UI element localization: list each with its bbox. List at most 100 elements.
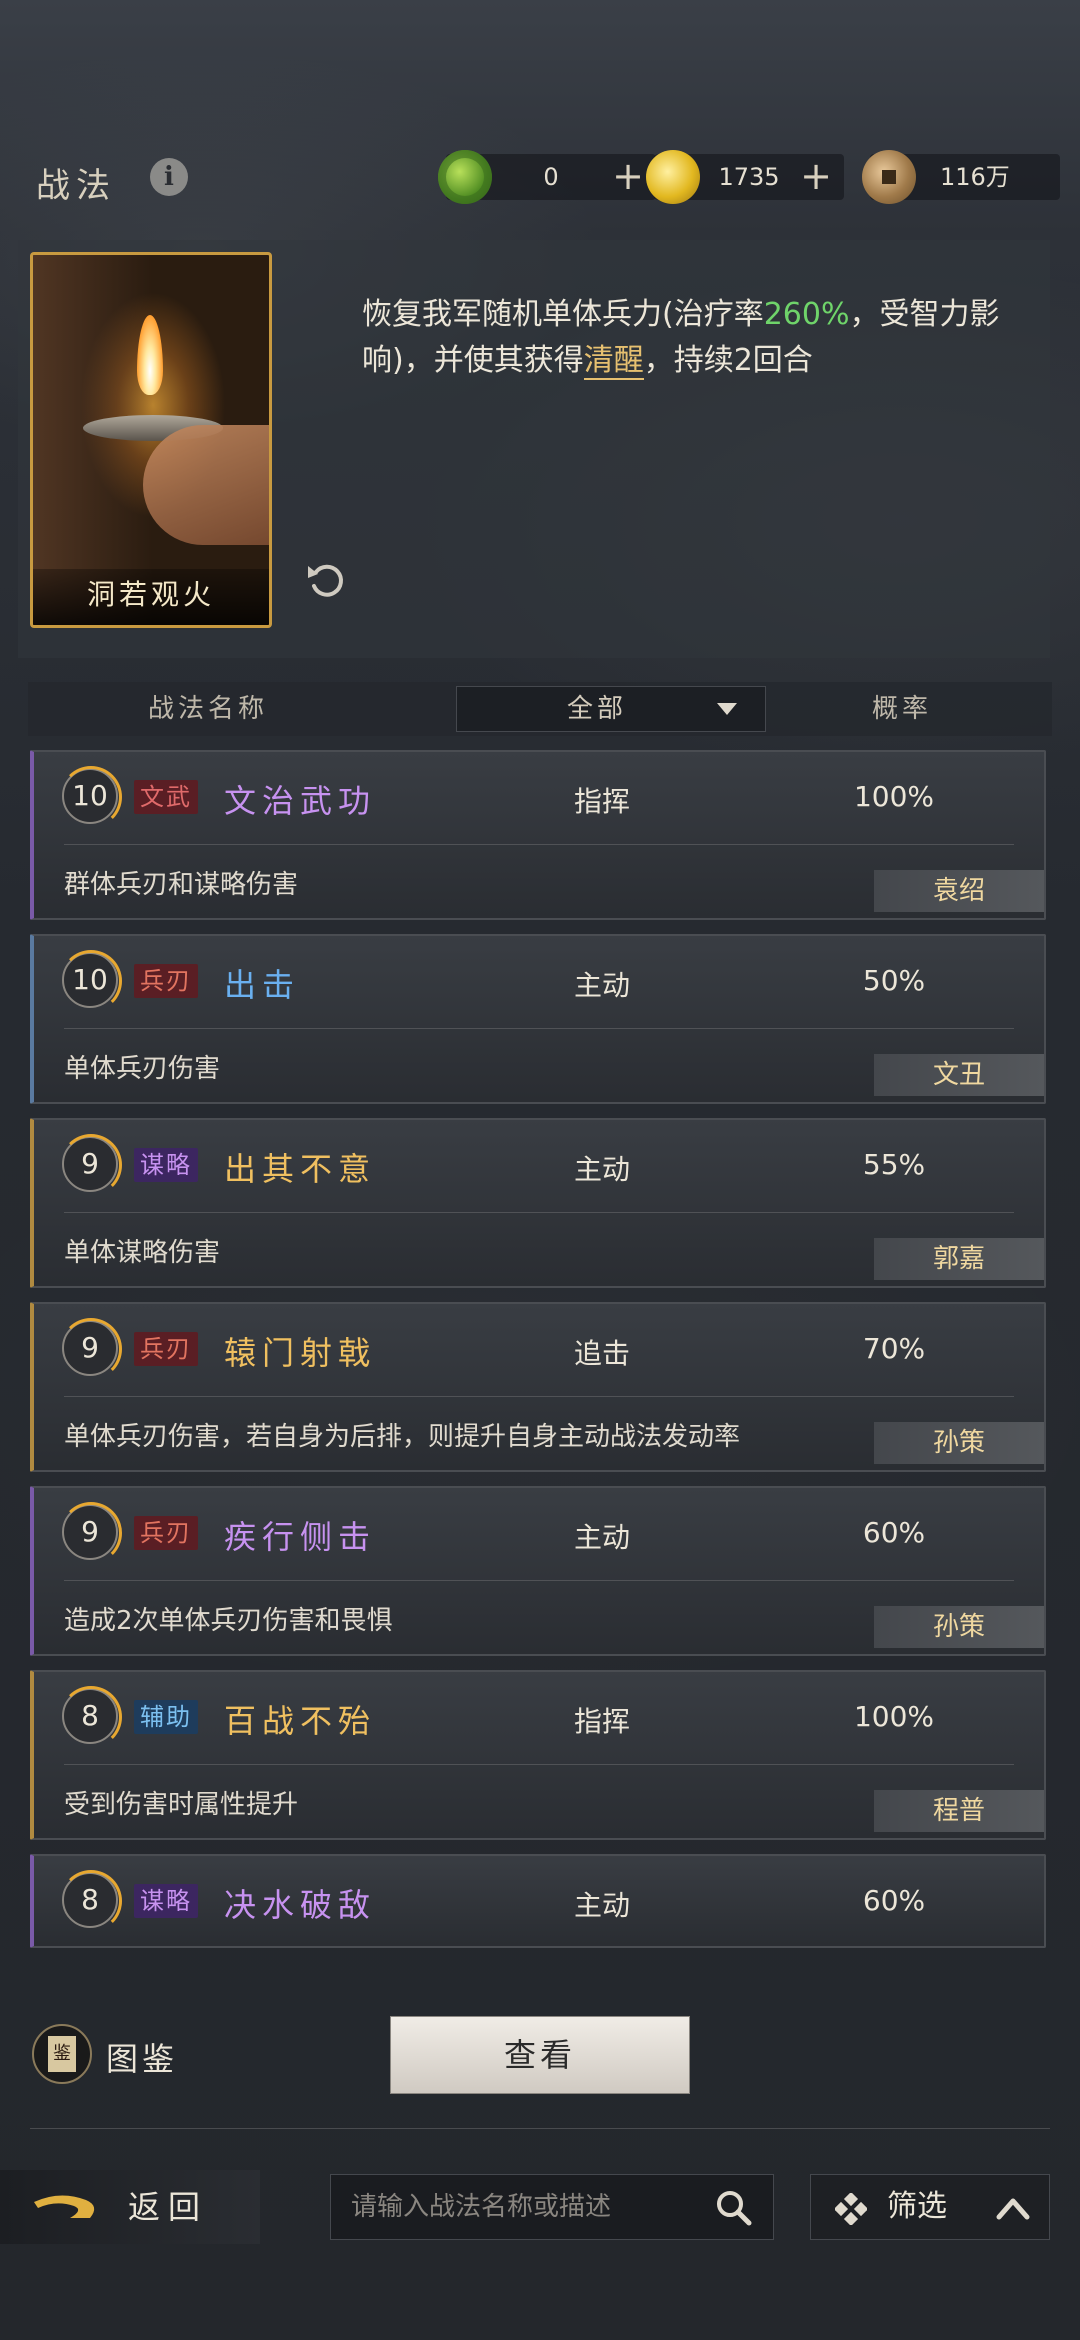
list-item[interactable]: 9 兵刃 辕门射戟 追击 70% 单体兵刃伤害，若自身为后排，则提升自身主动战法… (30, 1302, 1046, 1472)
codex-icon[interactable]: 鉴 (32, 2024, 92, 2084)
skill-rate: 100% (853, 780, 935, 813)
skill-category-tag: 谋略 (134, 1148, 198, 1182)
search-placeholder: 请输入战法名称或描述 (351, 2192, 612, 2222)
row-divider (64, 1580, 1014, 1581)
list-item[interactable]: 8 谋略 决水破敌 主动 60% (30, 1854, 1046, 1948)
codex-label[interactable]: 图鉴 (106, 2034, 178, 2080)
skill-type: 指挥 (574, 785, 631, 818)
copper-coin-icon (862, 150, 916, 204)
bottom-bar: 返回 请输入战法名称或描述 筛选 (0, 2160, 1080, 2260)
skill-detail-panel: 洞若观火 恢复我军随机单体兵力(治疗率260%，受智力影响)，并使其获得清醒，持… (18, 240, 1050, 658)
chevron-down-icon (717, 703, 737, 715)
source-hero: 郭嘉 (874, 1238, 1044, 1280)
source-hero: 文丑 (874, 1054, 1044, 1096)
heal-rate: 260% (763, 297, 850, 332)
skill-type: 主动 (574, 1889, 631, 1922)
skill-level: 9 (60, 1318, 122, 1380)
back-label: 返回 (128, 2188, 209, 2226)
column-rate: 概率 (872, 694, 933, 724)
row-divider (64, 1764, 1014, 1765)
skill-category-tag: 文武 (134, 780, 198, 814)
skill-list[interactable]: 10 文武 文治武功 指挥 100% 群体兵刃和谋略伤害 袁绍 10 兵刃 出击… (30, 750, 1052, 1950)
skill-summary: 受到伤害时属性提升 (64, 1790, 299, 1820)
skill-type: 主动 (574, 969, 631, 1002)
list-item[interactable]: 10 兵刃 出击 主动 50% 单体兵刃伤害 文丑 (30, 934, 1046, 1104)
codex-icon-glyph: 鉴 (48, 2036, 76, 2072)
search-input[interactable]: 请输入战法名称或描述 (330, 2174, 774, 2240)
search-icon[interactable] (715, 2189, 753, 2227)
skill-name: 决水破敌 (224, 1886, 377, 1924)
list-item[interactable]: 9 兵刃 疾行侧击 主动 60% 造成2次单体兵刃伤害和畏惧 孙策 (30, 1486, 1046, 1656)
filter-label: 筛选 (887, 2189, 947, 2224)
skill-level: 10 (60, 950, 122, 1012)
skill-category-tag: 谋略 (134, 1884, 198, 1918)
skill-summary: 造成2次单体兵刃伤害和畏惧 (64, 1606, 393, 1636)
list-item[interactable]: 8 辅助 百战不殆 指挥 100% 受到伤害时属性提升 程普 (30, 1670, 1046, 1840)
skill-name: 出其不意 (224, 1150, 377, 1188)
skill-rate: 70% (862, 1332, 926, 1365)
skill-summary: 单体谋略伤害 (64, 1238, 221, 1268)
skill-level: 8 (60, 1686, 122, 1748)
type-filter-dropdown[interactable]: 全部 (456, 686, 766, 732)
skill-rate: 50% (862, 964, 926, 997)
skill-level: 8 (60, 1870, 122, 1932)
skill-category-tag: 兵刃 (134, 1332, 198, 1366)
refresh-icon[interactable] (304, 558, 350, 604)
skill-name: 疾行侧击 (224, 1518, 377, 1556)
currency-copper: 116万 (862, 150, 1060, 204)
skill-name: 文治武功 (224, 782, 377, 820)
skill-name: 百战不殆 (224, 1702, 377, 1740)
chevron-up-icon (996, 2198, 1030, 2220)
jade-coin-icon (438, 150, 492, 204)
source-hero: 程普 (874, 1790, 1044, 1832)
column-skill-name: 战法名称 (148, 694, 269, 724)
view-button[interactable]: 查看 (390, 2016, 690, 2094)
skill-name: 出击 (224, 966, 301, 1004)
source-hero: 袁绍 (874, 870, 1044, 912)
top-header: 战法 i 0 + 1735 + 116万 (0, 140, 1080, 220)
back-button[interactable]: 返回 (0, 2170, 260, 2244)
skill-summary: 单体兵刃伤害 (64, 1054, 221, 1084)
currency-jade-value: 0 (543, 163, 559, 191)
type-filter-value: 全部 (567, 694, 628, 724)
filter-button[interactable]: 筛选 (810, 2174, 1050, 2240)
list-item[interactable]: 10 文武 文治武功 指挥 100% 群体兵刃和谋略伤害 袁绍 (30, 750, 1046, 920)
add-jade-button[interactable]: + (608, 154, 648, 200)
currency-jade: 0 + (438, 150, 656, 204)
skill-type: 主动 (574, 1521, 631, 1554)
source-hero: 孙策 (874, 1422, 1044, 1464)
skill-card[interactable]: 洞若观火 (30, 252, 272, 628)
skill-rate: 60% (862, 1516, 926, 1549)
bottom-divider (30, 2128, 1050, 2129)
skill-rate: 55% (862, 1148, 926, 1181)
skill-category-tag: 兵刃 (134, 1516, 198, 1550)
skill-type: 主动 (574, 1153, 631, 1186)
skill-level: 10 (60, 766, 122, 828)
source-hero: 孙策 (874, 1606, 1044, 1648)
skill-name: 辕门射戟 (224, 1334, 377, 1372)
keyword-qingxing[interactable]: 清醒 (583, 343, 644, 380)
skill-description: 恢复我军随机单体兵力(治疗率260%，受智力影响)，并使其获得清醒，持续2回合 (362, 292, 1002, 384)
skill-category-tag: 兵刃 (134, 964, 198, 998)
skill-type: 指挥 (574, 1705, 631, 1738)
row-divider (64, 1028, 1014, 1029)
list-header: 战法名称 全部 概率 (28, 682, 1052, 736)
card-art-flame (137, 315, 163, 395)
add-gold-button[interactable]: + (796, 154, 836, 200)
skill-summary: 单体兵刃伤害，若自身为后排，则提升自身主动战法发动率 (64, 1422, 741, 1452)
skill-summary: 群体兵刃和谋略伤害 (64, 870, 299, 900)
skill-rate: 100% (853, 1700, 935, 1733)
gold-coin-icon (646, 150, 700, 204)
skill-rate: 60% (862, 1884, 926, 1917)
filter-diamond-icon (835, 2193, 867, 2225)
currency-gold: 1735 + (646, 150, 844, 204)
skill-type: 追击 (574, 1337, 631, 1370)
row-divider (64, 1212, 1014, 1213)
info-icon[interactable]: i (150, 158, 188, 196)
desc-text-1: 恢复我军随机单体兵力(治疗率 (362, 297, 764, 332)
list-item[interactable]: 9 谋略 出其不意 主动 55% 单体谋略伤害 郭嘉 (30, 1118, 1046, 1288)
card-art-hand (143, 425, 269, 545)
back-arrow-icon (34, 2195, 95, 2218)
skill-level: 9 (60, 1502, 122, 1564)
row-divider (64, 1396, 1014, 1397)
